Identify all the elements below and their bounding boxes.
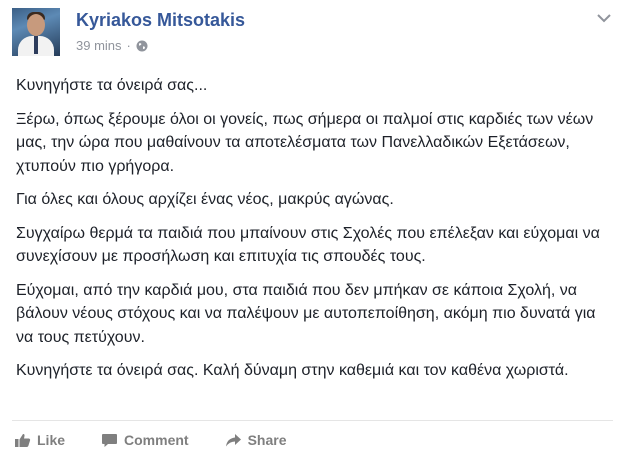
comment-bubble-icon xyxy=(102,433,118,447)
comment-button[interactable]: Comment xyxy=(101,432,189,448)
like-button[interactable]: Like xyxy=(14,432,65,448)
post-paragraph: Ξέρω, όπως ξέρουμε όλοι οι γονείς, πως σ… xyxy=(16,110,594,175)
post-paragraph: Εύχομαι, από την καρδιά μου, στα παιδιά … xyxy=(16,281,596,346)
avatar[interactable] xyxy=(12,8,60,56)
post-paragraph: Κυνηγήστε τα όνειρά σας. Καλή δύναμη στη… xyxy=(16,362,569,379)
post-paragraph: Για όλες και όλους αρχίζει ένας νέος, μα… xyxy=(16,191,394,208)
like-label: Like xyxy=(37,432,66,448)
chevron-down-icon[interactable] xyxy=(596,12,612,24)
thumbs-up-icon xyxy=(15,433,31,447)
share-arrow-icon xyxy=(225,433,241,446)
post-paragraph: Κυνηγήστε τα όνειρά σας... xyxy=(16,77,208,94)
facebook-post: Kyriakos Mitsotakis 39 mins · Κυνηγήστε … xyxy=(0,0,625,458)
actions-divider xyxy=(12,420,613,421)
post-actions: Like Comment Share xyxy=(14,428,323,452)
meta-separator: · xyxy=(126,38,131,53)
share-button[interactable]: Share xyxy=(225,432,287,448)
globe-icon[interactable] xyxy=(136,40,148,52)
post-body: Κυνηγήστε τα όνειρά σας... Ξέρω, όπως ξέ… xyxy=(16,74,611,393)
post-meta: 39 mins · xyxy=(76,38,148,53)
comment-label: Comment xyxy=(124,432,189,448)
share-label: Share xyxy=(247,432,287,448)
author-name[interactable]: Kyriakos Mitsotakis xyxy=(76,10,245,31)
post-header: Kyriakos Mitsotakis 39 mins · xyxy=(12,8,612,64)
post-timestamp[interactable]: 39 mins xyxy=(76,38,122,53)
post-paragraph: Συγχαίρω θερμά τα παιδιά που μπαίνουν στ… xyxy=(16,224,600,266)
